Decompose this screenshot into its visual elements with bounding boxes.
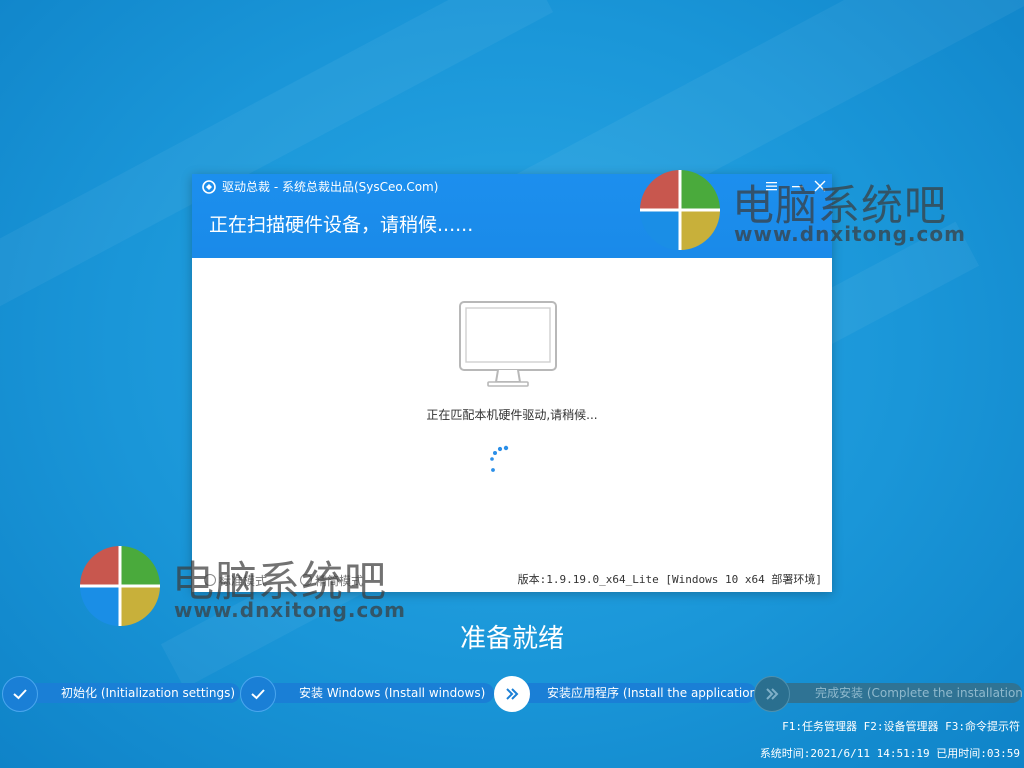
check-icon: [251, 689, 265, 700]
step-circle: [754, 676, 790, 712]
step-label: 安装应用程序 (Install the application): [547, 686, 762, 700]
step-install-application: 安装应用程序 (Install the application): [494, 676, 762, 712]
step-label: 完成安装 (Complete the installation): [815, 686, 1024, 700]
install-step-bar: 初始化 (Initialization settings) 安装 Windows…: [0, 676, 1024, 712]
step-install-windows: 安装 Windows (Install windows): [240, 676, 494, 712]
matching-status-text: 正在匹配本机硬件驱动,请稍候...: [426, 408, 598, 422]
monitor-icon: [459, 301, 557, 387]
step-label: 初始化 (Initialization settings): [61, 686, 236, 700]
step-label: 安装 Windows (Install windows): [299, 686, 486, 700]
step-complete-installation: 完成安装 (Complete the installation): [754, 676, 1024, 712]
double-chevron-icon: [766, 688, 779, 700]
step-circle: [494, 676, 530, 712]
version-text: 版本:1.9.19.0_x64_Lite [Windows 10 x64 部署环…: [517, 573, 822, 586]
window-title: 驱动总裁 - 系统总裁出品(SysCeo.Com): [222, 180, 439, 194]
hotkey-hints: F1:任务管理器 F2:设备管理器 F3:命令提示符: [782, 720, 1020, 733]
check-icon: [13, 689, 27, 700]
windows-logo-icon: [80, 546, 160, 626]
loading-spinner-icon: [490, 445, 509, 472]
step-circle: [240, 676, 276, 712]
watermark-url: www.dnxitong.com: [734, 222, 966, 246]
ready-status-text: 准备就绪: [459, 624, 564, 654]
system-time-text: 系统时间:2021/6/11 14:51:19 已用时间:03:59: [759, 747, 1020, 760]
step-circle: [2, 676, 38, 712]
app-logo-icon: [202, 180, 216, 194]
double-chevron-icon: [506, 688, 519, 700]
desktop-background: 驱动总裁 - 系统总裁出品(SysCeo.Com) 正在扫描硬件设备，请稍候..…: [0, 0, 1024, 768]
scan-heading: 正在扫描硬件设备，请稍候......: [209, 214, 474, 236]
windows-logo-icon: [640, 170, 720, 250]
step-initialization: 初始化 (Initialization settings): [2, 676, 240, 712]
